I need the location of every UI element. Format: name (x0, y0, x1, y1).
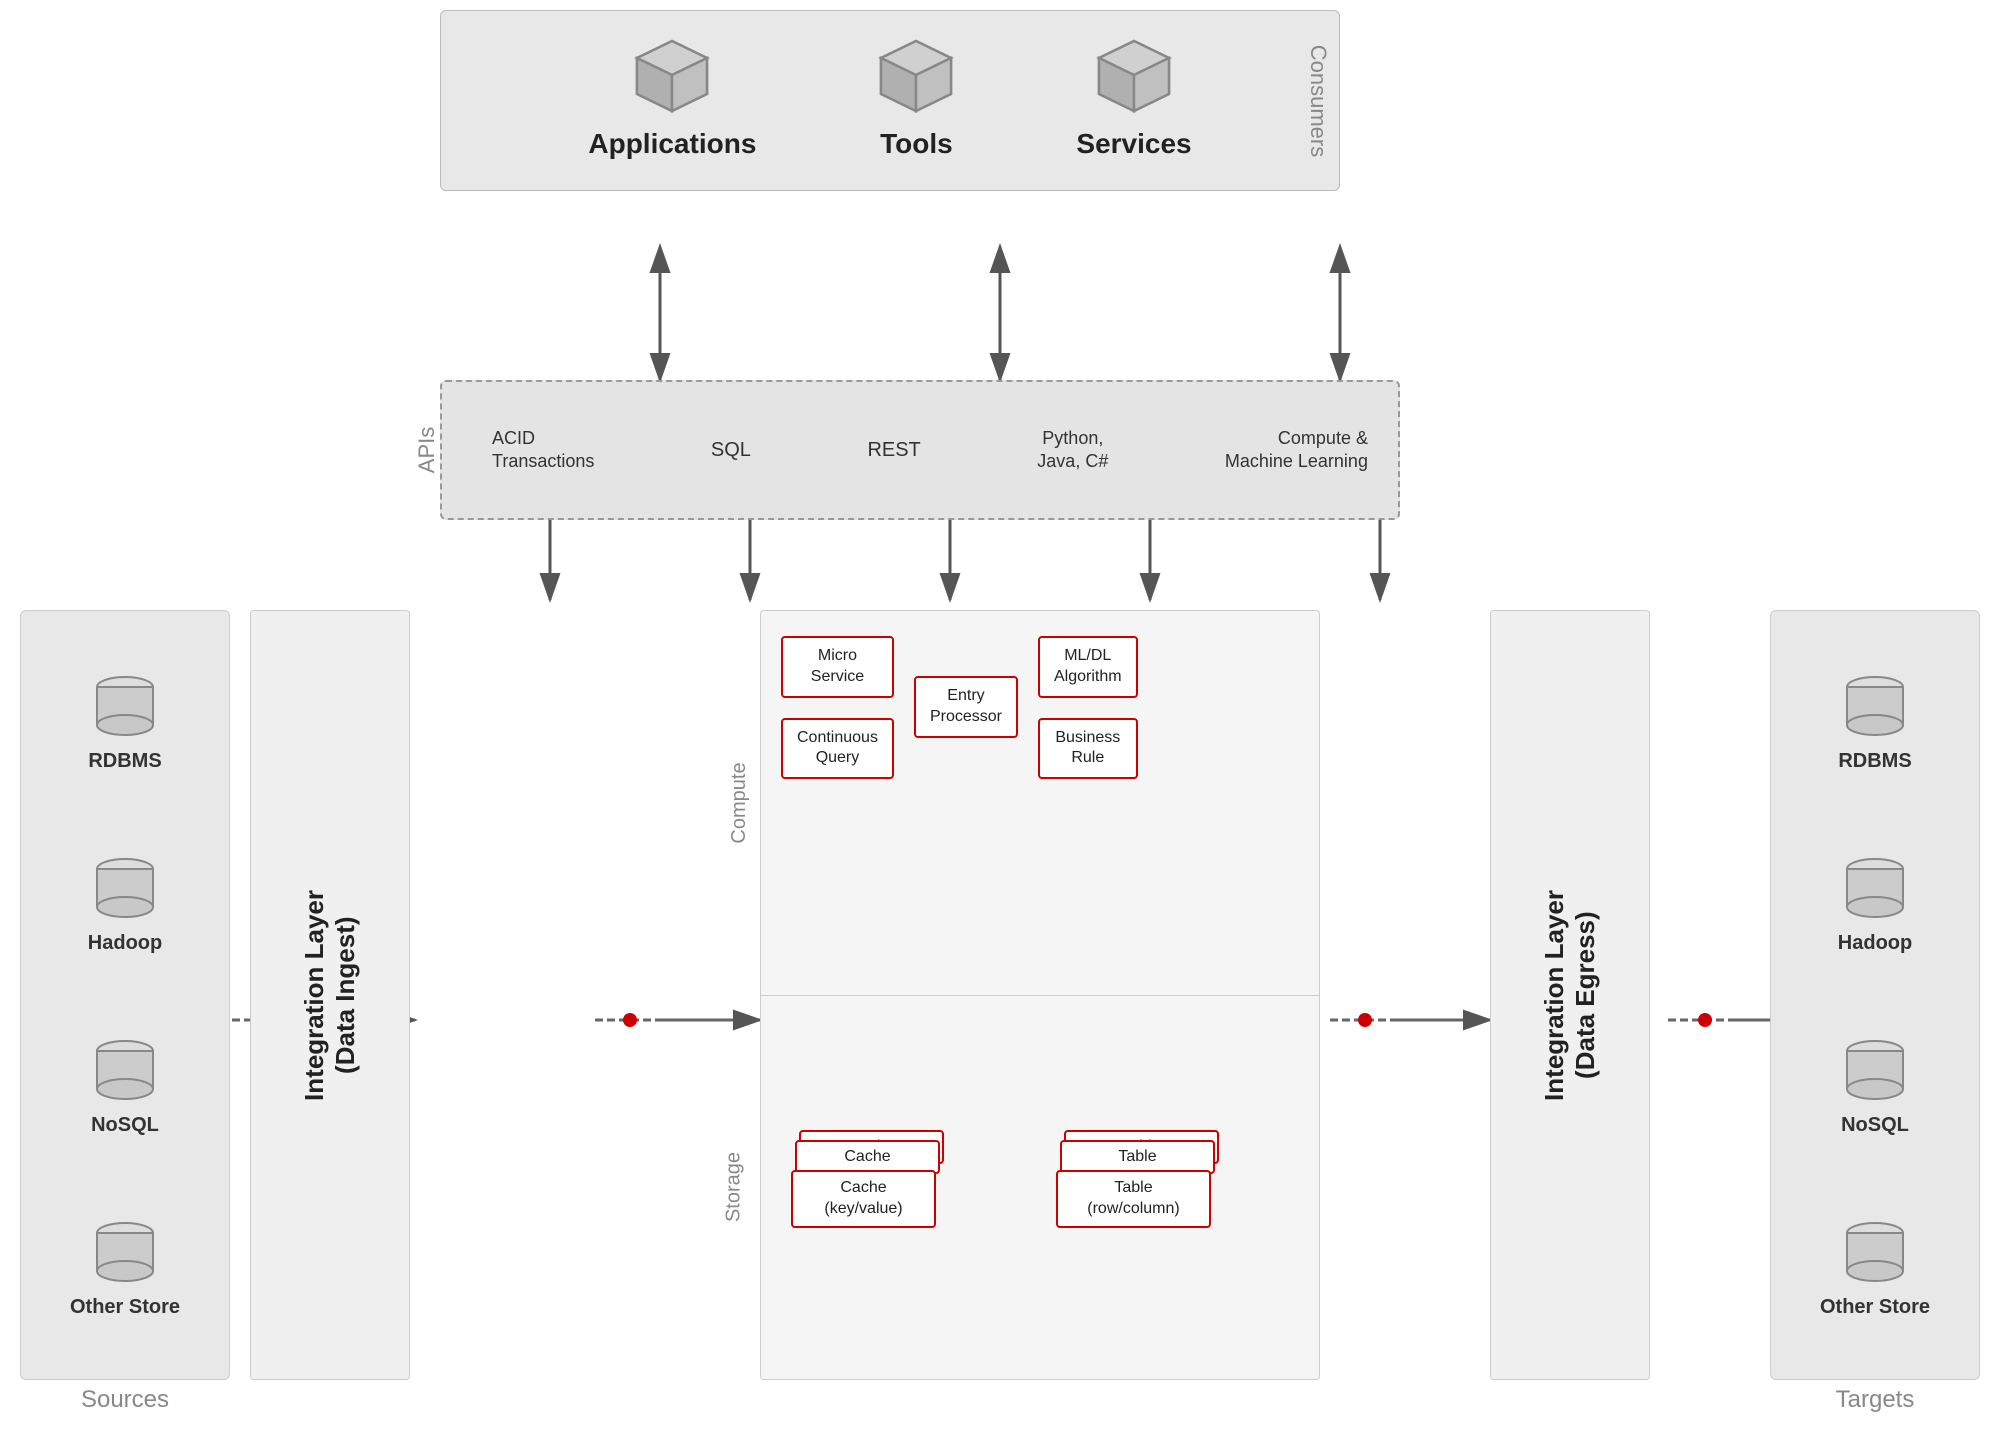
cube-icon-services (1094, 36, 1174, 116)
cylinder-icon-target-nosql (1840, 1036, 1910, 1106)
target-nosql: NoSQL (1840, 1036, 1910, 1137)
target-other-label: Other Store (1820, 1296, 1930, 1319)
integration-egress-label: Integration Layer(Data Egress) (1539, 890, 1600, 1101)
cylinder-icon-source-other (90, 1218, 160, 1288)
business-rule-box: BusinessRule (1038, 718, 1138, 780)
integration-egress: Integration Layer(Data Egress) (1490, 610, 1650, 1380)
api-python: Python, Java, C# (1037, 427, 1108, 474)
source-nosql-label: NoSQL (91, 1114, 159, 1137)
consumers-label: Consumers (1305, 44, 1331, 156)
api-compute: Compute & Machine Learning (1225, 427, 1368, 474)
target-nosql-label: NoSQL (1841, 1114, 1909, 1137)
targets-panel: RDBMS Hadoop NoSQL (1770, 610, 1980, 1380)
table-box-3: Table(row/column) (1056, 1170, 1211, 1228)
table-box-2: Table (1060, 1140, 1215, 1174)
cube-icon-tools (876, 36, 956, 116)
applications-label: Applications (588, 128, 756, 160)
micro-service-box: MicroService (781, 636, 894, 698)
compute-panel: MicroService ContinuousQuery EntryProces… (761, 611, 1319, 996)
entry-processor-box: EntryProcessor (914, 676, 1018, 738)
cache-box-2: Cache (795, 1140, 940, 1174)
cylinder-icon-source-rdbms (90, 672, 160, 742)
ml-dl-box: ML/DLAlgorithm (1038, 636, 1138, 698)
storage-panel: Cache Cache Cache(key/value) Table Table… (761, 996, 1319, 1380)
source-hadoop: Hadoop (88, 854, 162, 955)
source-hadoop-label: Hadoop (88, 932, 162, 955)
core-section: Compute Storage MicroService ContinuousQ… (760, 610, 1320, 1380)
cache-box-3: Cache(key/value) (791, 1170, 936, 1228)
source-other-label: Other Store (70, 1296, 180, 1319)
cube-icon-applications (632, 36, 712, 116)
source-rdbms-label: RDBMS (88, 750, 161, 773)
consumer-services: Services (1076, 36, 1191, 160)
cache-stack: Cache Cache Cache(key/value) (791, 1146, 936, 1228)
tools-label: Tools (880, 128, 953, 160)
source-nosql: NoSQL (90, 1036, 160, 1137)
table-stack: Table Table Table(row/column) (1056, 1146, 1211, 1228)
integration-ingest: Integration Layer(Data Ingest) (250, 610, 410, 1380)
apis-section: APIs ACID Transactions SQL REST Python, … (440, 380, 1400, 520)
api-acid: ACID Transactions (492, 427, 594, 474)
sources-panel: RDBMS Hadoop NoSQL (20, 610, 230, 1380)
api-rest: REST (867, 439, 920, 462)
consumer-tools: Tools (876, 36, 956, 160)
compute-label: Compute (728, 762, 751, 843)
cylinder-icon-source-hadoop (90, 854, 160, 924)
consumer-applications: Applications (588, 36, 756, 160)
target-other: Other Store (1820, 1218, 1930, 1319)
source-rdbms: RDBMS (88, 672, 161, 773)
target-rdbms: RDBMS (1838, 672, 1911, 773)
target-rdbms-label: RDBMS (1838, 750, 1911, 773)
consumers-section: Consumers Applications (440, 10, 1340, 191)
cylinder-icon-target-other (1840, 1218, 1910, 1288)
continuous-query-box: ContinuousQuery (781, 718, 894, 780)
api-sql: SQL (711, 439, 751, 462)
integration-ingest-label: Integration Layer(Data Ingest) (299, 890, 360, 1101)
sources-footer-label: Sources (81, 1386, 169, 1414)
target-hadoop: Hadoop (1838, 854, 1912, 955)
cylinder-icon-target-rdbms (1840, 672, 1910, 742)
source-other: Other Store (70, 1218, 180, 1319)
storage-label: Storage (723, 1152, 746, 1222)
services-label: Services (1076, 128, 1191, 160)
cylinder-icon-source-nosql (90, 1036, 160, 1106)
apis-label: APIs (414, 427, 440, 473)
target-hadoop-label: Hadoop (1838, 932, 1912, 955)
cylinder-icon-target-hadoop (1840, 854, 1910, 924)
targets-footer-label: Targets (1836, 1386, 1915, 1414)
